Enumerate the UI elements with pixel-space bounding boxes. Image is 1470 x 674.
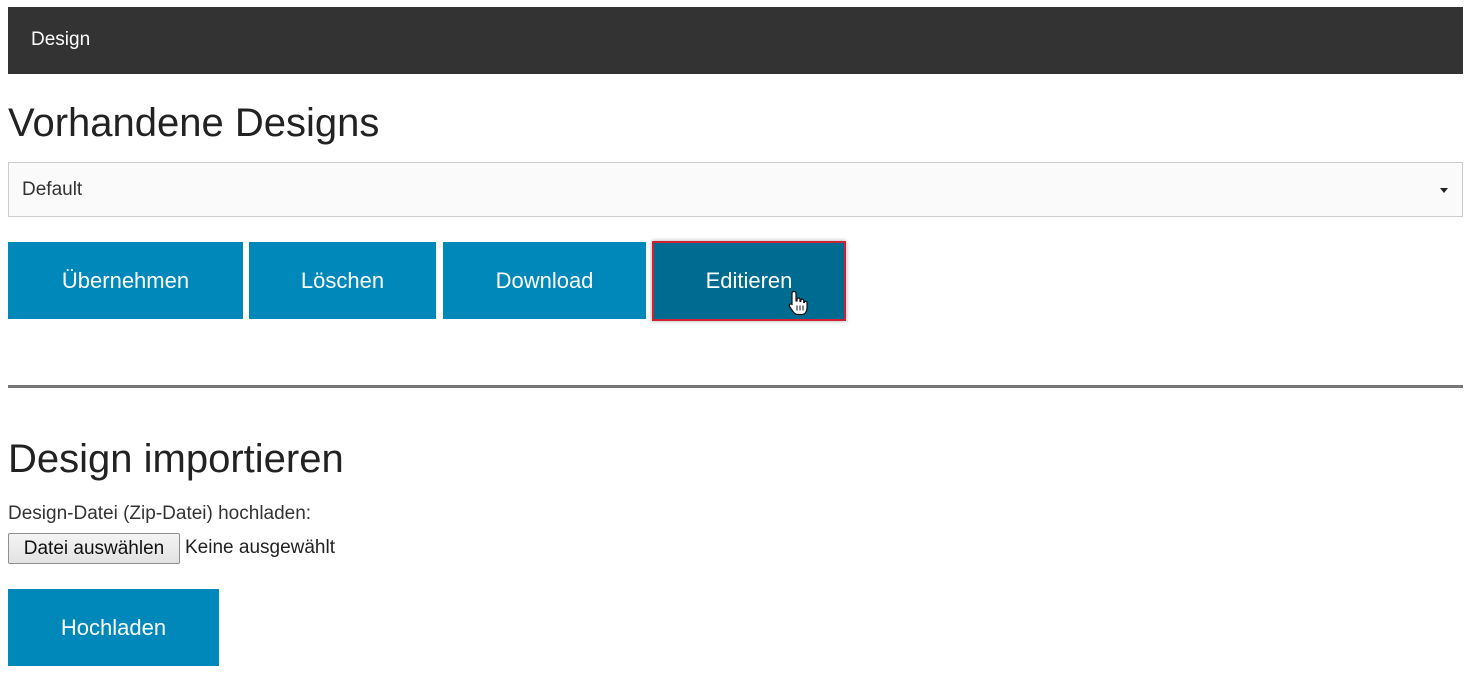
apply-button[interactable]: Übernehmen (8, 242, 243, 319)
choose-file-button[interactable]: Datei auswählen (8, 533, 180, 564)
caret-down-icon (1440, 188, 1448, 193)
section-divider (8, 385, 1463, 388)
top-navbar: Design (8, 7, 1463, 74)
design-select-value: Default (22, 179, 83, 200)
upload-button[interactable]: Hochladen (8, 589, 219, 666)
design-select[interactable]: Default (8, 162, 1463, 217)
delete-button[interactable]: Löschen (249, 242, 436, 319)
file-status-text: Keine ausgewählt (185, 537, 335, 558)
upload-label: Design-Datei (Zip-Datei) hochladen: (8, 503, 312, 524)
existing-designs-heading: Vorhandene Designs (8, 101, 380, 145)
navbar-title[interactable]: Design (31, 29, 90, 51)
edit-button[interactable]: Editieren (652, 241, 846, 321)
hand-pointer-icon (788, 290, 808, 316)
download-button[interactable]: Download (443, 242, 646, 319)
import-design-heading: Design importieren (8, 437, 344, 481)
